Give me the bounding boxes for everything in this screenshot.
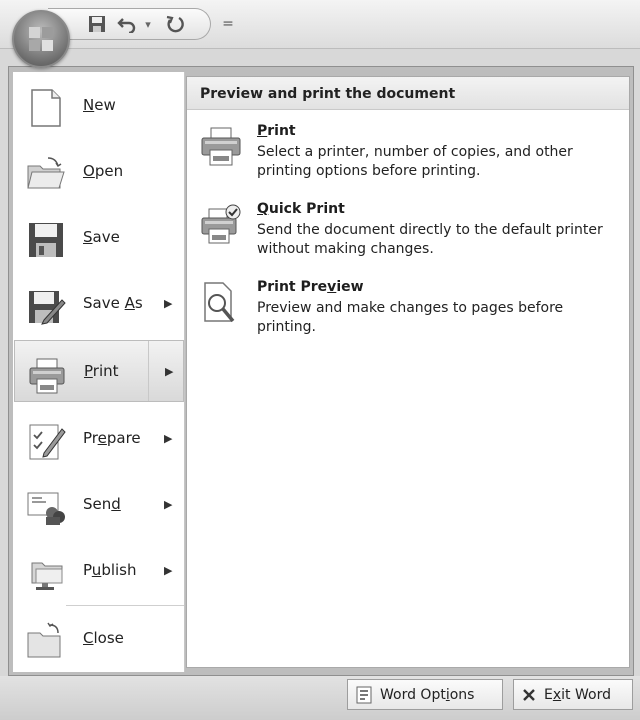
word-options-icon [356,686,372,704]
print-submenu-panel: Preview and print the document Print Sele… [186,76,630,668]
menu-item-new[interactable]: New [14,74,184,136]
exit-word-button[interactable]: Exit Word [513,679,633,710]
prepare-icon [26,421,66,461]
menu-item-save[interactable]: Save [14,206,184,268]
print-option-quick-print[interactable]: Quick Print Send the document directly to… [187,201,627,271]
submenu-arrow-icon[interactable]: ▶ [164,498,172,511]
undo-icon [117,18,136,33]
menu-item-label: Publish [83,561,137,579]
office-button[interactable] [12,10,70,68]
option-description: Preview and make changes to pages before… [257,300,564,335]
menu-item-print[interactable]: Print ▶ [14,340,184,402]
quick-print-icon [199,203,243,247]
close-icon [26,621,66,661]
exit-word-label: Exit Word [544,686,611,703]
menu-item-label: Save As [83,294,143,312]
open-folder-icon [26,154,66,194]
printer-icon [199,125,243,169]
menu-item-label: New [83,96,116,114]
qat-customize-button[interactable]: = [220,12,236,36]
print-option-print-preview[interactable]: Print Preview Preview and make changes to… [187,279,627,349]
save-as-icon [26,286,66,326]
save-icon [89,16,105,32]
submenu-arrow-icon[interactable]: ▶ [164,297,172,310]
redo-icon [166,15,184,33]
word-options-button[interactable]: Word Options [347,679,503,710]
print-icon [27,355,67,395]
menu-item-save-as[interactable]: Save As ▶ [14,272,184,334]
print-preview-icon [199,281,243,325]
pane-divider [184,72,185,672]
menu-item-label: Save [83,228,120,246]
qat-redo-button[interactable] [164,12,186,36]
send-icon [26,487,66,527]
menu-item-publish[interactable]: Publish ▶ [14,539,184,601]
split-divider [148,341,149,401]
panel-title: Preview and print the document [200,86,456,102]
option-title: Quick Print [257,201,345,217]
submenu-arrow-icon[interactable]: ▶ [164,564,172,577]
publish-icon [26,553,66,593]
print-option-print[interactable]: Print Select a printer, number of copies,… [187,123,627,193]
menu-item-close[interactable]: Close [14,607,184,669]
menu-item-label: Send [83,495,121,513]
new-document-icon [26,88,66,128]
qat-undo-button[interactable] [116,12,138,36]
office-logo-icon [29,27,53,51]
menu-item-label: Prepare [83,429,141,447]
menu-item-send[interactable]: Send ▶ [14,473,184,535]
menu-separator [66,605,184,606]
option-description: Select a printer, number of copies, and … [257,144,573,179]
word-options-label: Word Options [380,686,475,703]
menu-item-label: Close [83,629,124,647]
qat-undo-dropdown[interactable]: ▾ [142,12,154,36]
submenu-arrow-icon[interactable]: ▶ [165,365,173,378]
panel-header: Preview and print the document [187,77,629,110]
option-title: Print [257,123,296,139]
menu-item-prepare[interactable]: Prepare ▶ [14,407,184,469]
chevron-down-icon: ▾ [145,17,151,31]
menu-item-label: Open [83,162,124,180]
customize-dropdown-icon: = [222,16,234,32]
option-title: Print Preview [257,279,364,295]
qat-save-button[interactable] [86,12,108,36]
menu-item-open[interactable]: Open [14,140,184,202]
save-icon [26,220,66,260]
exit-x-icon [522,688,536,702]
submenu-arrow-icon[interactable]: ▶ [164,432,172,445]
option-description: Send the document directly to the defaul… [257,222,603,257]
menu-item-label: Print [84,362,119,380]
